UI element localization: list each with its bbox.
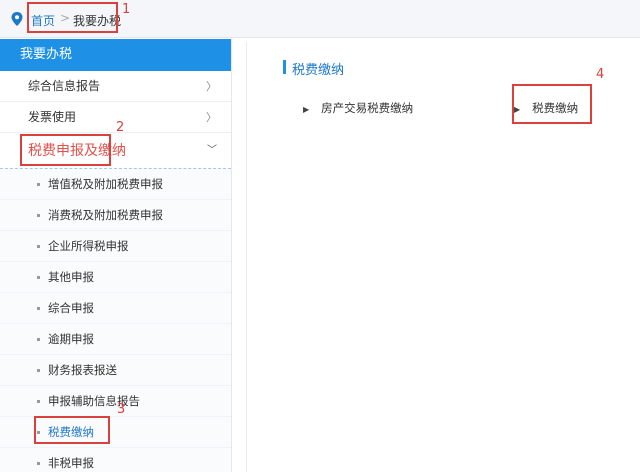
sub-item-label: 申报辅助信息报告: [48, 394, 140, 408]
annotation-box-4: [512, 84, 592, 124]
annotation-box-2: [20, 134, 111, 166]
chevron-right-icon: 〉: [206, 80, 217, 93]
location-pin-icon: [11, 12, 23, 26]
sub-item-label: 财务报表报送: [48, 363, 117, 377]
section-accent-bar: [283, 60, 286, 74]
sub-item-label: 综合申报: [48, 301, 94, 315]
sub-item-label: 消费税及附加税费申报: [48, 208, 163, 222]
sub-item-financial-statements[interactable]: 财务报表报送: [0, 355, 231, 386]
annotation-number-1: 1: [122, 2, 131, 17]
bullet-icon: [37, 276, 40, 279]
section-title: 税费缴纳: [292, 63, 345, 78]
sub-item-vat-declaration[interactable]: 增值税及附加税费申报: [0, 169, 231, 200]
sub-item-label: 增值税及附加税费申报: [48, 177, 163, 191]
annotation-box-1: [27, 2, 118, 33]
property-transaction-tax-link[interactable]: ▶ 房产交易税费缴纳: [303, 100, 413, 116]
sub-item-consumption-tax[interactable]: 消费税及附加税费申报: [0, 200, 231, 231]
bullet-icon: [37, 338, 40, 341]
chevron-down-icon: ﹀: [207, 145, 217, 156]
sub-item-corporate-income-tax[interactable]: 企业所得税申报: [0, 231, 231, 262]
sub-item-label: 其他申报: [48, 270, 94, 284]
menu-item-label: 发票使用: [28, 110, 77, 124]
bullet-icon: [37, 400, 40, 403]
sub-item-label: 逾期申报: [48, 332, 94, 346]
sub-item-overdue-declaration[interactable]: 逾期申报: [0, 324, 231, 355]
annotation-number-2: 2: [116, 120, 125, 135]
sub-item-other-declaration[interactable]: 其他申报: [0, 262, 231, 293]
chevron-right-icon: 〉: [206, 111, 217, 124]
sub-item-non-tax-declaration[interactable]: 非税申报: [0, 448, 231, 472]
double-arrow-icon: ▶: [303, 105, 310, 114]
annotation-number-3: 3: [117, 402, 126, 417]
menu-item-label: 综合信息报告: [28, 79, 101, 93]
menu-item-info-report[interactable]: 综合信息报告 〉: [0, 71, 231, 102]
bullet-icon: [37, 369, 40, 372]
annotation-box-3: [34, 416, 110, 444]
bullet-icon: [37, 245, 40, 248]
bullet-icon: [37, 183, 40, 186]
sidebar-header: 我要办税: [0, 39, 231, 71]
link-label: 房产交易税费缴纳: [321, 101, 414, 115]
sub-item-label: 非税申报: [48, 456, 94, 470]
bullet-icon: [37, 462, 40, 465]
bullet-icon: [37, 214, 40, 217]
bullet-icon: [37, 307, 40, 310]
sidebar: 我要办税 综合信息报告 〉 发票使用 〉 税费申报及缴纳 ﹀ 增值税及附加税费申…: [0, 38, 232, 472]
sub-item-label: 企业所得税申报: [48, 239, 129, 253]
sub-item-auxiliary-info-report[interactable]: 申报辅助信息报告: [0, 386, 231, 417]
annotation-number-4: 4: [596, 67, 605, 82]
sub-item-comprehensive-declaration[interactable]: 综合申报: [0, 293, 231, 324]
